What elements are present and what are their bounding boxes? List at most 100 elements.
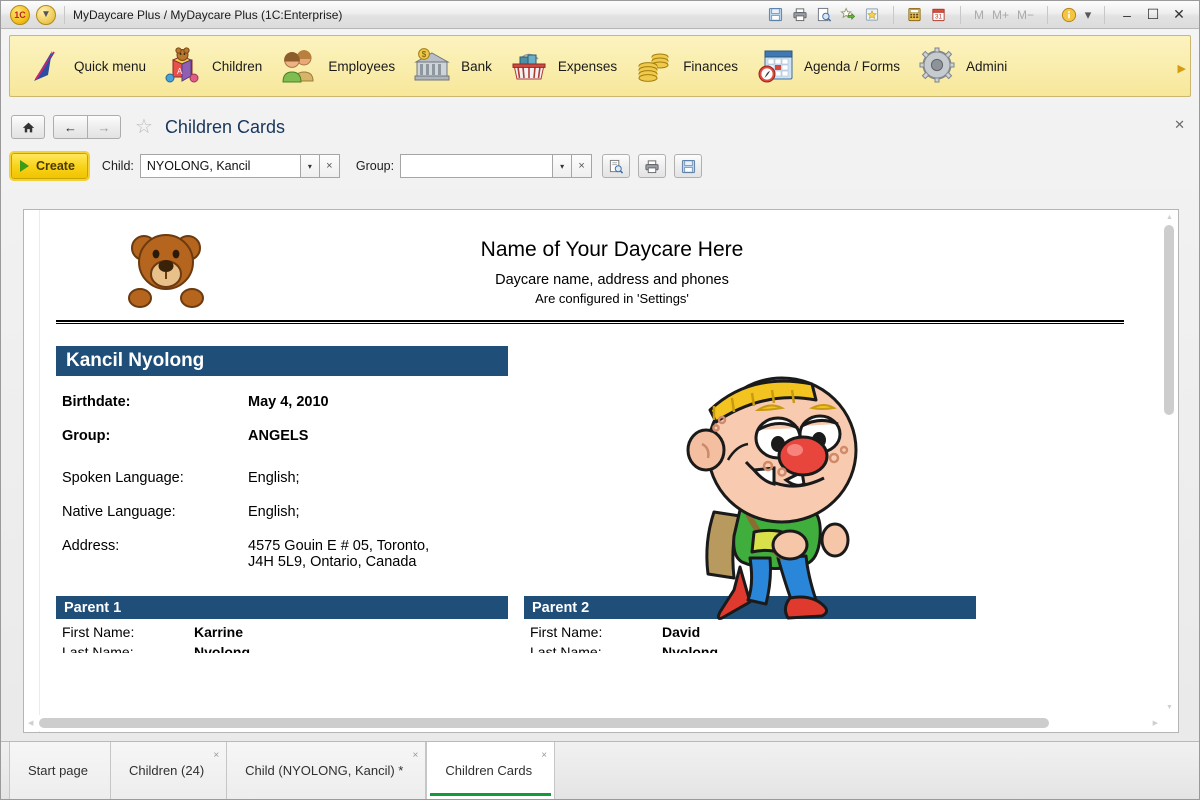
play-triangle-icon — [20, 160, 29, 172]
app-logo-icon[interactable]: 1C — [10, 4, 30, 25]
group-field-label: Group: — [355, 159, 395, 173]
child-clear-button[interactable]: × — [319, 154, 340, 178]
parent-2-last-name-row: Last Name: Nyolong — [524, 644, 976, 653]
nav-item-children[interactable]: A Children — [158, 38, 274, 94]
tab-children[interactable]: Children (24) × — [111, 742, 228, 799]
create-button[interactable]: Create — [9, 151, 90, 181]
tab-bar: Start page Children (24) × Child (NYOLON… — [1, 741, 1199, 799]
group-input[interactable] — [400, 154, 553, 178]
horizontal-scroll-thumb[interactable] — [39, 718, 1049, 728]
active-tab-indicator — [430, 793, 552, 796]
field-value: Karrine — [194, 624, 244, 640]
info-icon[interactable] — [1058, 5, 1080, 25]
daycare-subline-2: Are configured in 'Settings' — [535, 291, 689, 306]
tab-label: Children (24) — [129, 763, 205, 778]
field-label: Last Name: — [62, 644, 134, 653]
svg-text:A: A — [177, 67, 183, 76]
command-bar: Create Child: NYOLONG, Kancil ▾ × Group:… — [9, 149, 1189, 183]
nav-more-arrow-icon[interactable]: ▶ — [1178, 62, 1186, 75]
field-row-native-language: Native Language: English; — [62, 504, 1140, 520]
calendar-icon[interactable]: 31 — [928, 5, 950, 25]
vertical-scroll-thumb[interactable] — [1164, 225, 1174, 415]
scroll-right-arrow-icon[interactable]: ▶ — [1153, 719, 1158, 727]
scroll-up-arrow-icon[interactable]: ▲ — [1166, 214, 1173, 221]
page-toolbar: ← → ☆ Children Cards ✕ — [11, 107, 1189, 147]
agenda-calendar-icon — [754, 45, 796, 87]
memory-recall-button[interactable]: M — [971, 8, 987, 22]
document-viewer: Name of Your Daycare Here Daycare name, … — [23, 209, 1179, 733]
tab-close-icon[interactable]: × — [213, 750, 219, 761]
window-title: MyDaycare Plus / MyDaycare Plus (1C:Ente… — [73, 7, 343, 22]
favorite-star-icon[interactable]: ☆ — [135, 117, 153, 137]
parent-1-heading: Parent 1 — [56, 596, 508, 619]
child-input[interactable]: NYOLONG, Kancil — [139, 154, 300, 178]
favorites-add-icon[interactable] — [837, 5, 859, 25]
close-window-button[interactable]: ✕ — [1167, 5, 1191, 25]
forward-button[interactable]: → — [87, 115, 121, 139]
field-label: First Name: — [530, 624, 603, 640]
document-top-margin — [24, 210, 1178, 222]
tab-label: Child (NYOLONG, Kancil) * — [245, 763, 404, 778]
calculator-icon[interactable] — [904, 5, 926, 25]
preview-button[interactable] — [602, 154, 631, 178]
field-row-group: Group: ANGELS — [62, 428, 1140, 444]
memory-subtract-button[interactable]: M− — [1014, 8, 1037, 22]
application-window: 1C ▼ MyDaycare Plus / MyDaycare Plus (1C… — [0, 0, 1200, 800]
save-icon[interactable] — [765, 5, 787, 25]
close-page-button[interactable]: ✕ — [1174, 117, 1185, 133]
daycare-subline-1: Daycare name, address and phones — [495, 272, 729, 288]
field-value: Nyolong — [194, 644, 250, 653]
administration-gear-icon — [916, 45, 958, 87]
nav-item-bank[interactable]: $ Bank — [407, 38, 504, 94]
nav-item-administration[interactable]: Admini — [912, 38, 1019, 94]
child-selector: NYOLONG, Kancil ▾ × — [139, 154, 342, 178]
print-preview-icon[interactable] — [813, 5, 835, 25]
favorites-icon[interactable] — [861, 5, 883, 25]
memory-add-button[interactable]: M+ — [989, 8, 1012, 22]
tab-label: Children Cards — [445, 763, 533, 778]
document-left-margin — [24, 210, 40, 732]
page-title: Children Cards — [164, 116, 285, 137]
nav-item-expenses[interactable]: Expenses — [504, 38, 629, 94]
field-value: ANGELS — [248, 428, 309, 444]
tab-start-page[interactable]: Start page — [9, 742, 111, 799]
info-dropdown-caret-icon[interactable]: ▾ — [1082, 5, 1094, 25]
nav-label: Children — [212, 58, 263, 74]
children-toybox-icon: A — [162, 45, 204, 87]
tab-close-icon[interactable]: × — [413, 750, 419, 761]
tab-child-record[interactable]: Child (NYOLONG, Kancil) * × — [227, 742, 427, 799]
nav-item-agenda-forms[interactable]: Agenda / Forms — [750, 38, 912, 94]
home-button[interactable] — [11, 115, 45, 139]
parents-section: Parent 1 First Name: Karrine Last Name: … — [56, 596, 1140, 653]
title-bar: 1C ▼ MyDaycare Plus / MyDaycare Plus (1C… — [1, 1, 1199, 29]
nav-item-finances[interactable]: Finances — [629, 38, 750, 94]
divider — [959, 5, 961, 24]
main-menu-icon[interactable]: ▼ — [36, 4, 56, 25]
minimize-button[interactable]: – — [1115, 5, 1139, 25]
nav-label: Admini — [966, 58, 1008, 74]
tab-close-icon[interactable]: × — [541, 750, 547, 761]
save-button[interactable] — [674, 154, 703, 178]
scroll-left-arrow-icon[interactable]: ◀ — [28, 719, 33, 727]
document-horizontal-scrollbar[interactable]: ◀ ▶ — [25, 715, 1161, 731]
nav-item-quick-menu[interactable]: Quick menu — [20, 38, 158, 94]
print-button[interactable] — [638, 154, 667, 178]
document-vertical-scrollbar[interactable]: ▲ ▼ — [1161, 211, 1177, 714]
tab-label: Start page — [28, 763, 88, 778]
print-icon[interactable] — [789, 5, 811, 25]
bank-building-icon: $ — [411, 45, 453, 87]
svg-text:$: $ — [422, 50, 427, 59]
maximize-button[interactable]: ☐ — [1141, 5, 1165, 25]
group-dropdown-icon[interactable]: ▾ — [552, 154, 573, 178]
child-dropdown-icon[interactable]: ▾ — [299, 154, 320, 178]
group-clear-button[interactable]: × — [572, 154, 593, 178]
scroll-down-arrow-icon[interactable]: ▼ — [1166, 704, 1173, 711]
nav-item-employees[interactable]: Employees — [274, 38, 407, 94]
back-button[interactable]: ← — [53, 115, 87, 139]
field-value: May 4, 2010 — [248, 394, 329, 410]
history-nav-group: ← → — [53, 115, 121, 139]
child-field-label: Child: — [101, 159, 134, 173]
field-value: English; — [248, 504, 300, 520]
daycare-name: Name of Your Daycare Here — [480, 238, 744, 261]
tab-children-cards[interactable]: Children Cards × — [426, 742, 556, 799]
